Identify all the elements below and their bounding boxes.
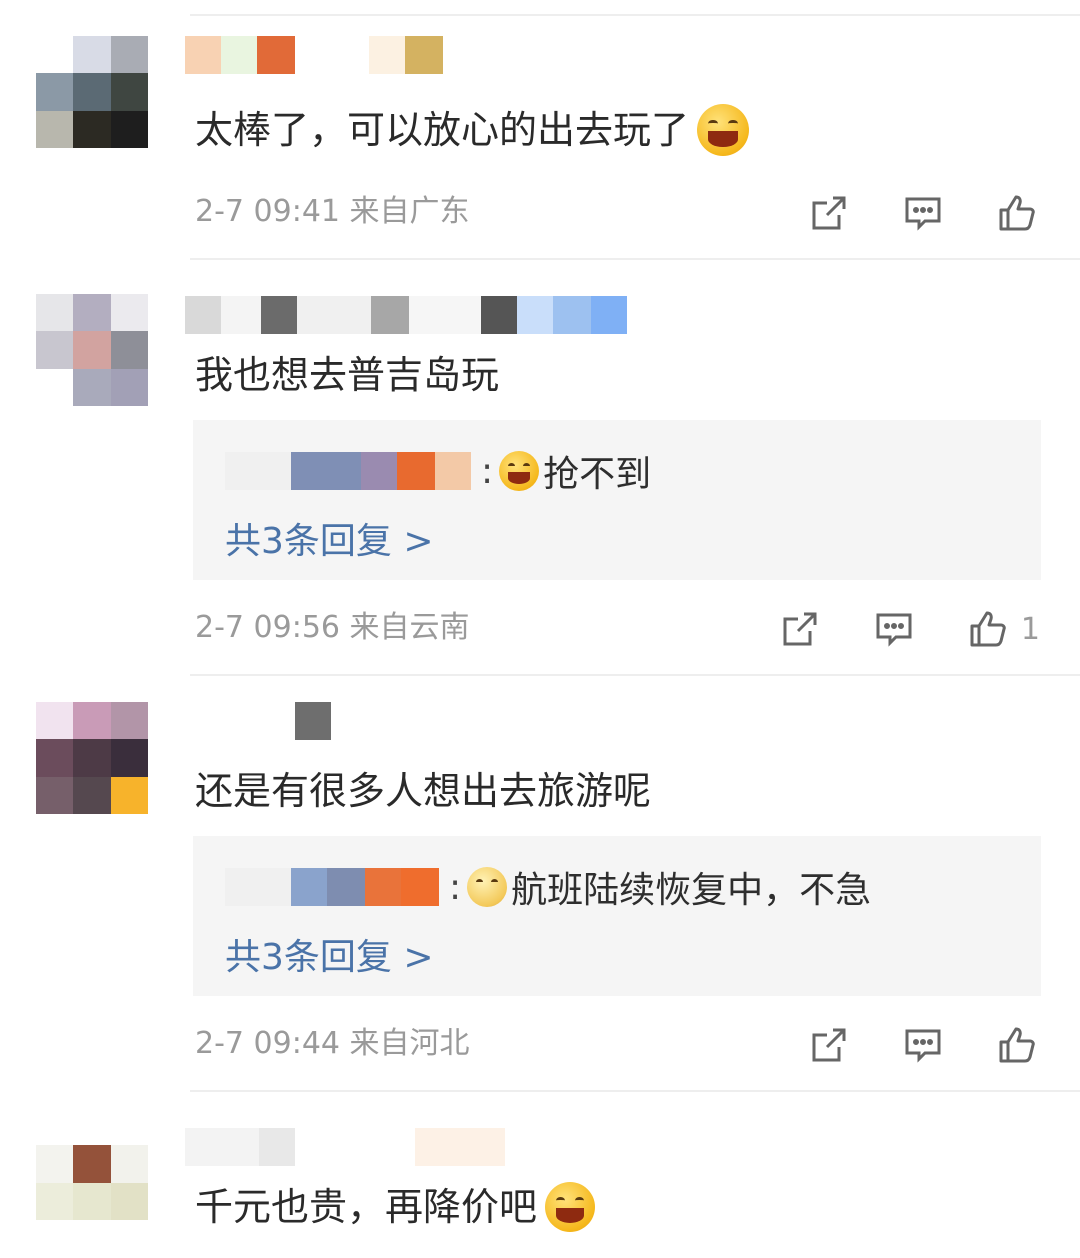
timestamp: 2-7 09:44 [195,1026,340,1061]
reply-username[interactable] [225,452,471,490]
like-icon[interactable] [994,1022,1040,1068]
username[interactable] [185,702,331,740]
laughing-crying-emoji [697,104,750,156]
comment-meta: 2-7 09:41 来自广东 [195,192,470,232]
username[interactable] [185,36,443,74]
comment-actions [758,1022,1040,1068]
avatar[interactable] [36,1108,148,1220]
comment-text: 千元也贵，再降价吧 [195,1182,596,1232]
like-icon[interactable] [994,190,1040,236]
location: 来自广东 [349,194,470,229]
username[interactable] [185,296,627,334]
divider [190,14,1080,16]
more-replies-link[interactable]: 共3条回复 > [225,512,434,564]
comment-icon[interactable] [900,1022,946,1068]
avatar[interactable] [36,294,148,406]
reply-text: 航班陆续恢复中，不急 [511,870,872,911]
reply-username[interactable] [225,868,439,906]
share-icon[interactable] [777,606,823,652]
like-count: 1 [1020,611,1040,647]
timestamp: 2-7 09:41 [195,194,340,229]
share-icon[interactable] [806,1022,852,1068]
comment-icon[interactable] [900,190,946,236]
username[interactable] [185,1128,505,1166]
divider [190,258,1080,260]
reply-line: : 抢不到 [225,448,652,495]
comment-meta: 2-7 09:44 来自河北 [195,1024,470,1064]
reply-line: : 航班陆续恢复中，不急 [225,864,872,911]
avatar[interactable] [36,702,148,814]
divider [190,1090,1080,1092]
avatar[interactable] [36,36,148,148]
sleepy-emoji [467,867,508,907]
reply-box[interactable]: : 航班陆续恢复中，不急 共3条回复 > [193,836,1041,996]
laughing-emoji [499,451,540,491]
reply-box[interactable]: : 抢不到 共3条回复 > [193,420,1041,580]
location: 来自云南 [349,610,470,645]
timestamp: 2-7 09:56 [195,610,340,645]
location: 来自河北 [349,1026,470,1061]
comment-icon[interactable] [871,606,917,652]
comment-text: 我也想去普吉岛玩 [195,353,500,397]
comment-meta: 2-7 09:56 来自云南 [195,608,470,648]
reply-text: 抢不到 [543,454,652,495]
divider [190,674,1080,676]
comment-text: 太棒了，可以放心的出去玩了 [195,104,750,156]
share-icon[interactable] [806,190,852,236]
comment-actions: 1 [729,606,1040,652]
more-replies-link[interactable]: 共3条回复 > [225,928,434,980]
comment-actions [758,190,1040,236]
like-icon[interactable] [965,606,1011,652]
comment-text: 还是有很多人想出去旅游呢 [195,769,652,813]
laughing-emoji [545,1182,596,1232]
